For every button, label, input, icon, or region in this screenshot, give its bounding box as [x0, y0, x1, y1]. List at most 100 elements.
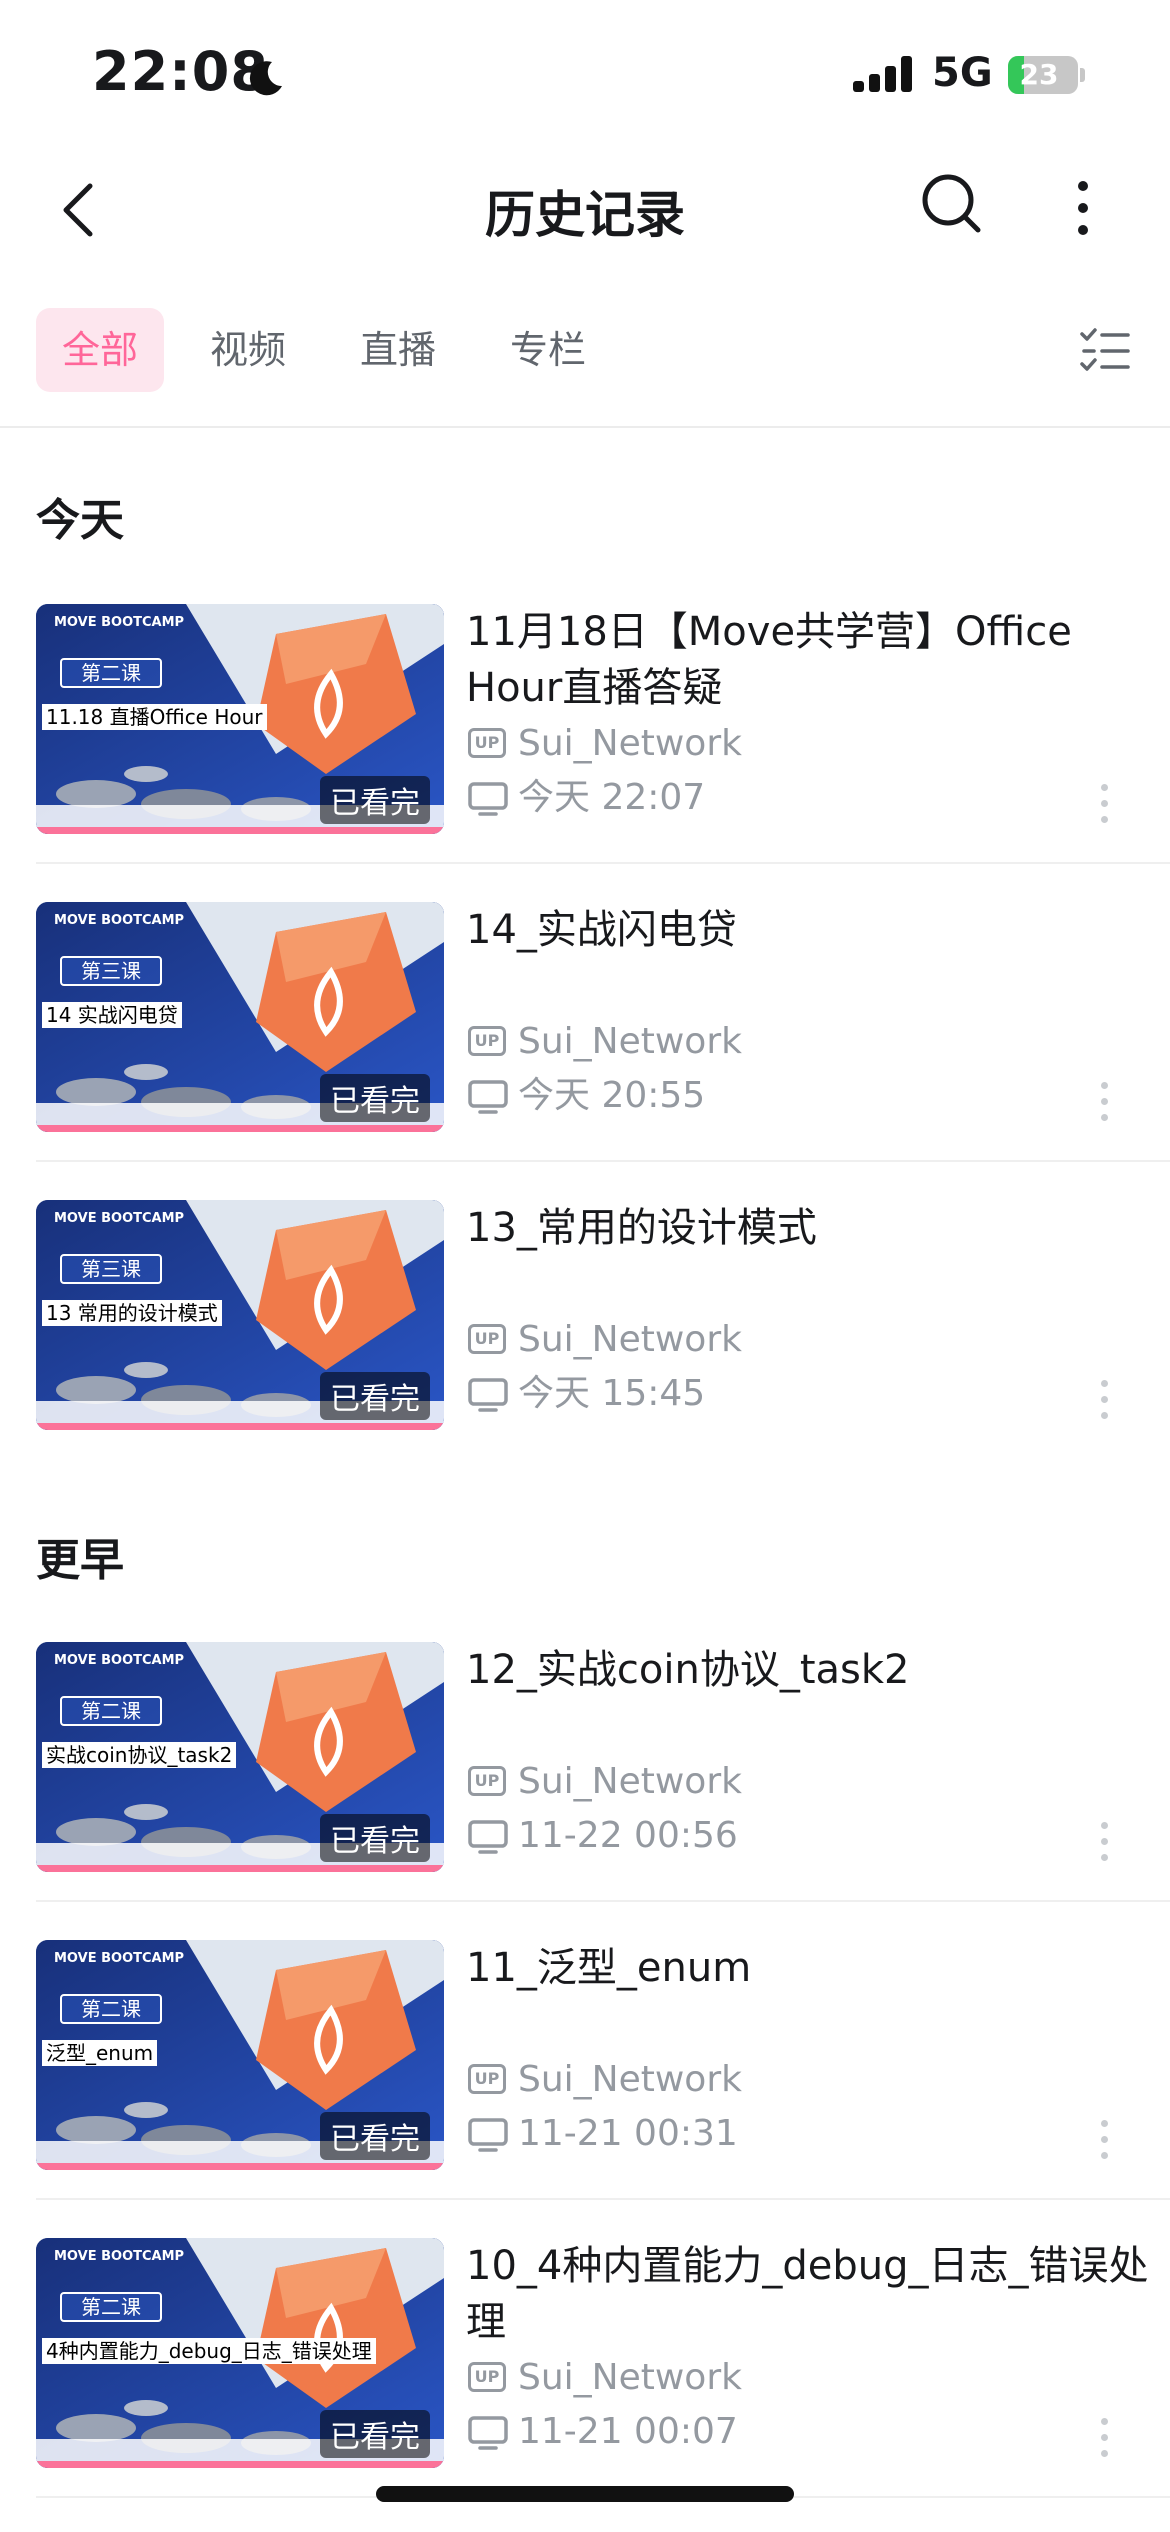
- watched-badge: 已看完: [320, 2410, 430, 2458]
- thumbnail-caption: 13 常用的设计模式: [42, 1300, 222, 1326]
- item-separator: [36, 1160, 1170, 1162]
- video-title[interactable]: 11_泛型_enum: [466, 1940, 1156, 1996]
- battery-level: 23: [1019, 58, 1059, 91]
- tab-live[interactable]: 直播: [334, 308, 462, 392]
- lesson-badge: 第三课: [60, 1254, 162, 1284]
- thumbnail-brand: MOVE BOOTCAMP: [54, 615, 185, 630]
- video-title[interactable]: 11月18日【Move共学营】Office Hour直播答疑: [466, 604, 1156, 716]
- status-time: 22:08: [92, 40, 269, 103]
- page-title: 历史记录: [485, 186, 685, 244]
- home-indicator: [376, 2486, 794, 2502]
- video-thumbnail[interactable]: MOVE BOOTCAMP 第二课 泛型_enum 已看完: [36, 1940, 444, 2170]
- uploader-row[interactable]: UP Sui_Network: [468, 2058, 1068, 2102]
- thumbnail-brand: MOVE BOOTCAMP: [54, 1653, 185, 1668]
- tab-all[interactable]: 全部: [36, 308, 165, 392]
- kebab-icon[interactable]: [1100, 2418, 1110, 2458]
- uploader-row[interactable]: UP Sui_Network: [468, 722, 1068, 766]
- section-header-earlier: 更早: [36, 1535, 124, 1586]
- watch-time-row: 11-22 00:56: [468, 1814, 1068, 1858]
- thumbnail-caption: 11.18 直播Office Hour: [42, 704, 267, 730]
- network-label: 5G: [932, 50, 993, 96]
- video-thumbnail[interactable]: MOVE BOOTCAMP 第三课 13 常用的设计模式 已看完: [36, 1200, 444, 1430]
- search-icon[interactable]: [920, 172, 982, 234]
- watched-badge: 已看完: [320, 1372, 430, 1420]
- watched-badge: 已看完: [320, 776, 430, 824]
- divider: [0, 426, 1170, 428]
- video-title[interactable]: 10_4种内置能力_debug_日志_错误处理: [466, 2238, 1156, 2350]
- up-badge-icon: UP: [468, 2064, 506, 2094]
- item-separator: [36, 1900, 1170, 1902]
- video-title[interactable]: 13_常用的设计模式: [466, 1200, 1156, 1256]
- thumbnail-caption: 泛型_enum: [42, 2040, 158, 2066]
- watched-badge: 已看完: [320, 1074, 430, 1122]
- more-vertical-icon[interactable]: [1062, 178, 1104, 238]
- up-badge-icon: UP: [468, 1766, 506, 1796]
- uploader-name: Sui_Network: [518, 2357, 742, 2398]
- watch-time-row: 11-21 00:31: [468, 2112, 1068, 2156]
- watch-progress-bar: [36, 1865, 444, 1872]
- thumbnail-caption: 实战coin协议_task2: [42, 1742, 237, 1768]
- up-badge-icon: UP: [468, 1324, 506, 1354]
- watch-time: 今天 15:45: [518, 1373, 706, 1414]
- thumbnail-brand: MOVE BOOTCAMP: [54, 913, 185, 928]
- kebab-icon[interactable]: [1100, 1822, 1110, 1862]
- kebab-icon[interactable]: [1100, 1082, 1110, 1122]
- tab-column[interactable]: 专栏: [484, 308, 612, 392]
- watch-time-row: 今天 15:45: [468, 1372, 1068, 1416]
- history-item[interactable]: MOVE BOOTCAMP 第二课 11.18 直播Office Hour 已看…: [36, 568, 1170, 864]
- watch-time: 11-21 00:07: [518, 2411, 738, 2452]
- history-item[interactable]: MOVE BOOTCAMP 第二课 4种内置能力_debug_日志_错误处理 已…: [36, 2202, 1170, 2498]
- watch-progress-bar: [36, 2163, 444, 2170]
- tv-icon: [468, 1820, 508, 1854]
- tv-icon: [468, 2416, 508, 2450]
- thumbnail-caption: 4种内置能力_debug_日志_错误处理: [42, 2338, 376, 2364]
- uploader-name: Sui_Network: [518, 2059, 742, 2100]
- navigation-bar: 历史记录: [0, 150, 1170, 270]
- kebab-icon[interactable]: [1100, 784, 1110, 824]
- uploader-name: Sui_Network: [518, 723, 742, 764]
- thumbnail-brand: MOVE BOOTCAMP: [54, 2249, 185, 2264]
- watch-time: 今天 22:07: [518, 777, 706, 818]
- watch-time: 11-22 00:56: [518, 1815, 738, 1856]
- history-item[interactable]: MOVE BOOTCAMP 第三课 13 常用的设计模式 已看完 13_常用的设…: [36, 1164, 1170, 1460]
- video-thumbnail[interactable]: MOVE BOOTCAMP 第二课 4种内置能力_debug_日志_错误处理 已…: [36, 2238, 444, 2468]
- uploader-name: Sui_Network: [518, 1021, 742, 1062]
- watch-progress-bar: [36, 2461, 444, 2468]
- video-title[interactable]: 12_实战coin协议_task2: [466, 1642, 1156, 1698]
- moon-icon: [249, 61, 282, 96]
- history-item[interactable]: MOVE BOOTCAMP 第二课 实战coin协议_task2 已看完 12_…: [36, 1606, 1170, 1902]
- filter-tabs: 全部 视频 直播 专栏: [0, 290, 1170, 410]
- uploader-row[interactable]: UP Sui_Network: [468, 1020, 1068, 1064]
- video-thumbnail[interactable]: MOVE BOOTCAMP 第二课 11.18 直播Office Hour 已看…: [36, 604, 444, 834]
- uploader-row[interactable]: UP Sui_Network: [468, 1318, 1068, 1362]
- video-thumbnail[interactable]: MOVE BOOTCAMP 第三课 14 实战闪电贷 已看完: [36, 902, 444, 1132]
- thumbnail-caption: 14 实战闪电贷: [42, 1002, 182, 1028]
- up-badge-icon: UP: [468, 2362, 506, 2392]
- history-item[interactable]: MOVE BOOTCAMP 第二课 泛型_enum 已看完 11_泛型_enum…: [36, 1904, 1170, 2200]
- watch-progress-bar: [36, 827, 444, 834]
- uploader-row[interactable]: UP Sui_Network: [468, 1760, 1068, 1804]
- signal-icon: [853, 56, 912, 92]
- edit-list-icon[interactable]: [1080, 326, 1130, 376]
- tv-icon: [468, 782, 508, 816]
- kebab-icon[interactable]: [1100, 2120, 1110, 2160]
- kebab-icon[interactable]: [1100, 1380, 1110, 1420]
- tv-icon: [468, 1378, 508, 1412]
- tab-video[interactable]: 视频: [184, 308, 312, 392]
- up-badge-icon: UP: [468, 1026, 506, 1056]
- uploader-row[interactable]: UP Sui_Network: [468, 2356, 1068, 2400]
- video-thumbnail[interactable]: MOVE BOOTCAMP 第二课 实战coin协议_task2 已看完: [36, 1642, 444, 1872]
- watch-time: 今天 20:55: [518, 1075, 706, 1116]
- video-title[interactable]: 14_实战闪电贷: [466, 902, 1156, 958]
- lesson-badge: 第二课: [60, 1994, 162, 2024]
- item-separator: [36, 2198, 1170, 2200]
- lesson-badge: 第二课: [60, 1696, 162, 1726]
- uploader-name: Sui_Network: [518, 1319, 742, 1360]
- item-separator: [36, 862, 1170, 864]
- thumbnail-brand: MOVE BOOTCAMP: [54, 1951, 185, 1966]
- watched-badge: 已看完: [320, 1814, 430, 1862]
- tv-icon: [468, 1080, 508, 1114]
- history-item[interactable]: MOVE BOOTCAMP 第三课 14 实战闪电贷 已看完 14_实战闪电贷 …: [36, 866, 1170, 1162]
- lesson-badge: 第二课: [60, 658, 162, 688]
- watch-time: 11-21 00:31: [518, 2113, 738, 2154]
